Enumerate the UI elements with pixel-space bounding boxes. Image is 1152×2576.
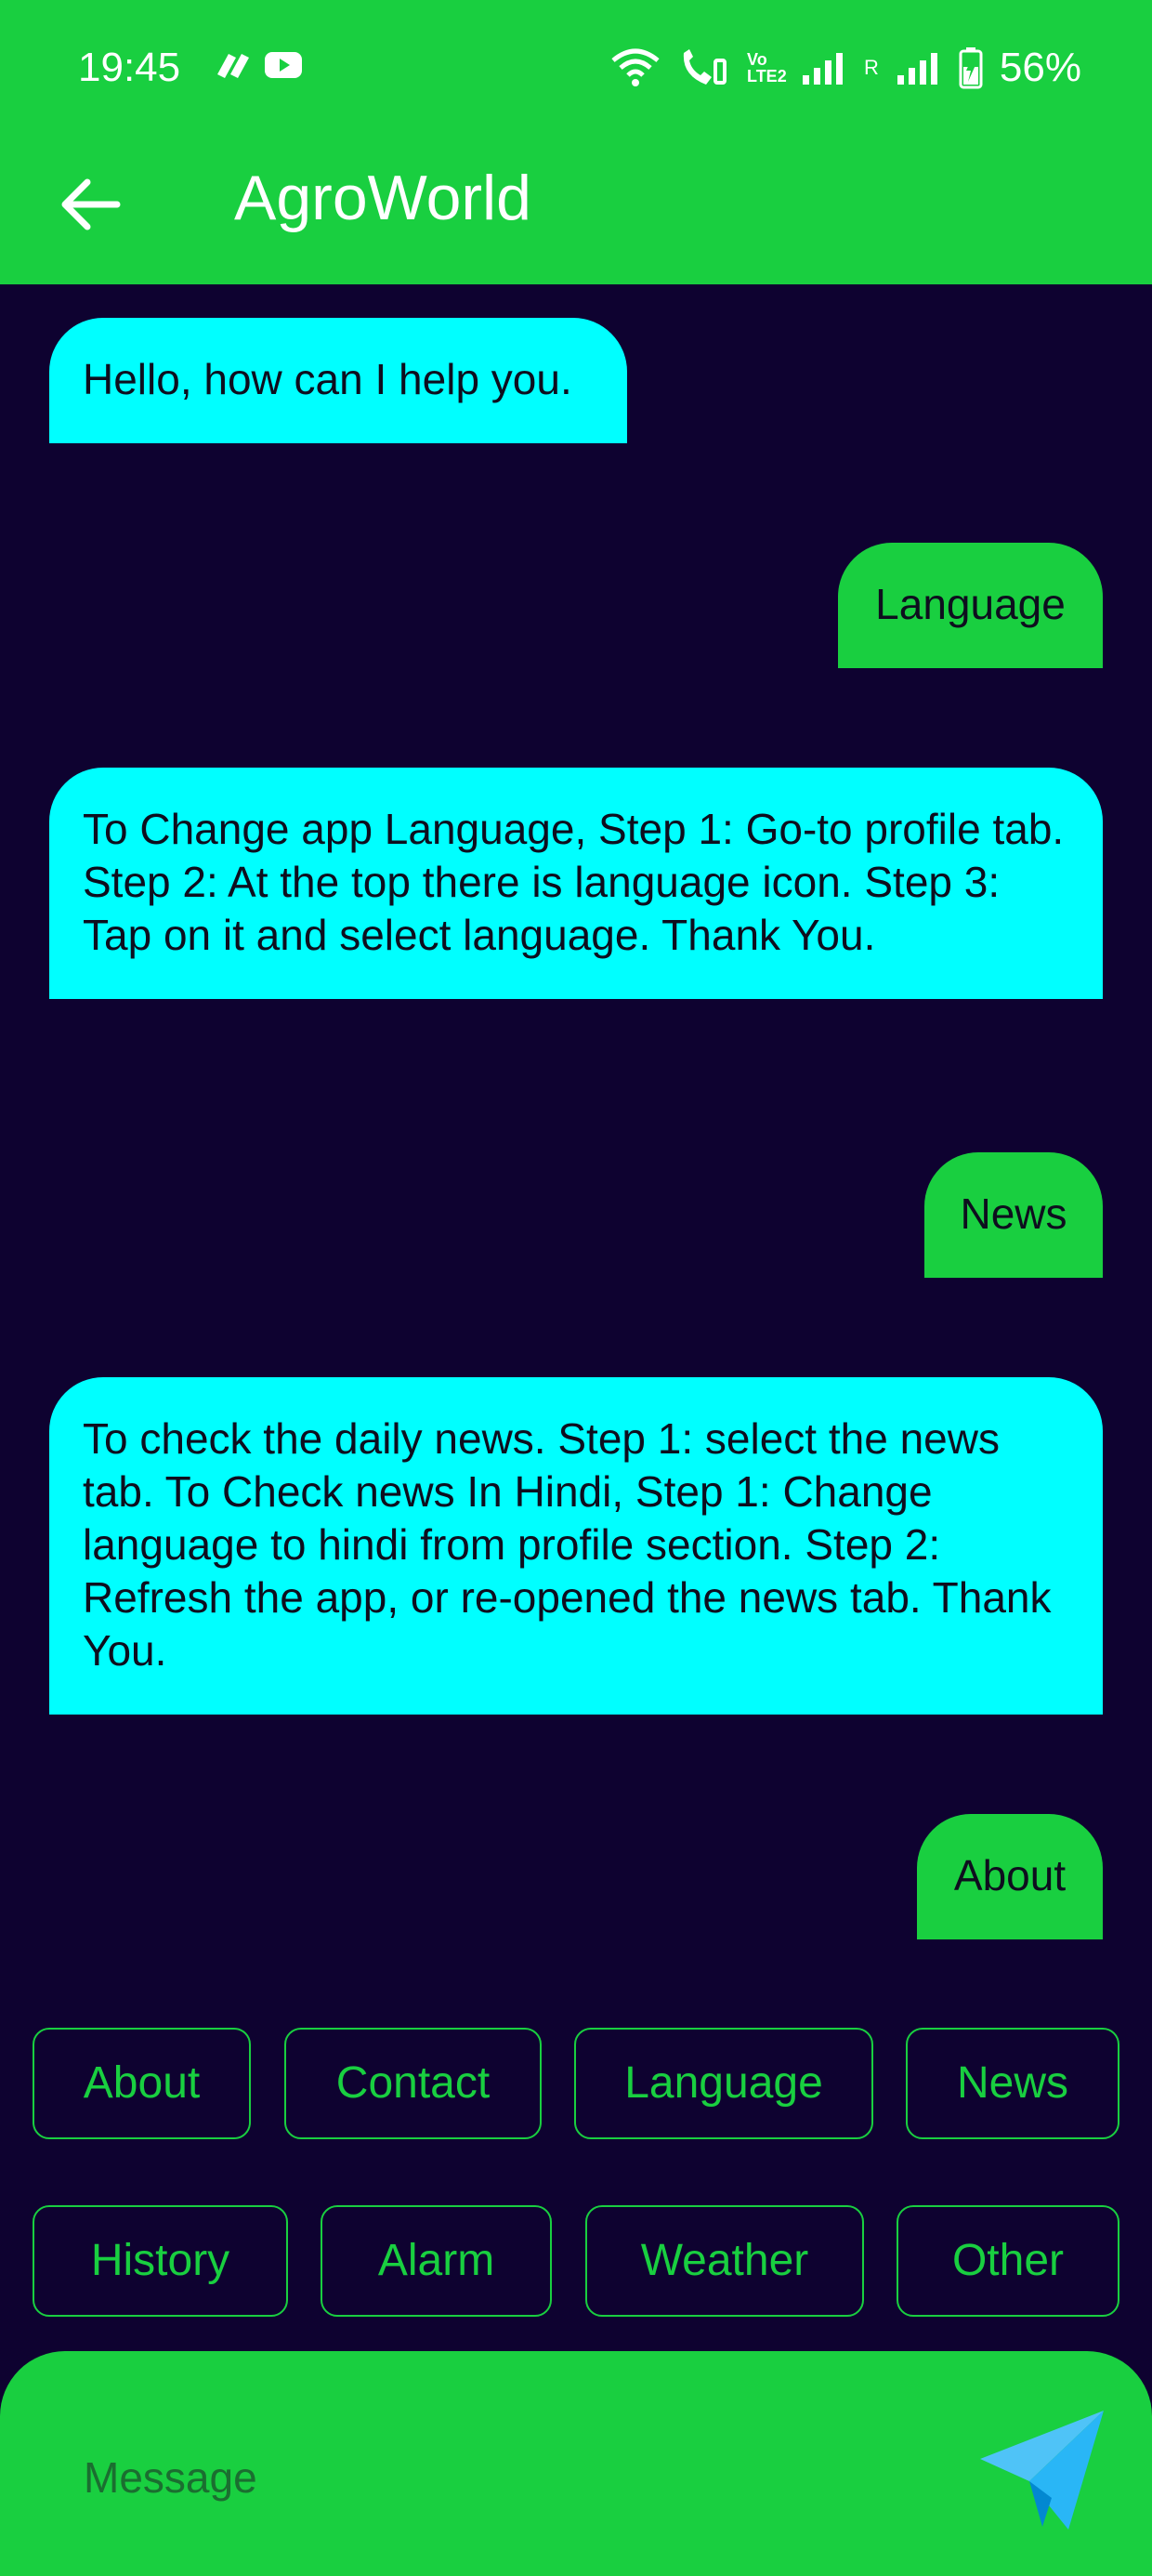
chip-history[interactable]: History [33, 2205, 288, 2317]
chip-contact[interactable]: Contact [284, 2028, 542, 2139]
chip-about[interactable]: About [33, 2028, 251, 2139]
chip-language[interactable]: Language [574, 2028, 873, 2139]
status-bar: 19:45 Vo LTE2 R 56% [0, 0, 1152, 139]
battery-percent: 56% [999, 45, 1081, 90]
chip-alarm[interactable]: Alarm [321, 2205, 552, 2317]
volte-icon: Vo LTE2 [747, 50, 787, 85]
arrow-left-icon[interactable] [52, 165, 130, 243]
message-text: News [960, 1189, 1067, 1238]
message-input[interactable] [82, 2444, 922, 2511]
bot-message: Hello, how can I help you. [49, 318, 627, 443]
app-title: AgroWorld [234, 163, 531, 233]
pinwheel-app-icon [217, 54, 249, 78]
message-text: About [953, 1851, 1067, 1899]
signal-roaming-icon [897, 53, 937, 85]
chip-news[interactable]: News [906, 2028, 1119, 2139]
wifi-icon [611, 48, 660, 86]
chip-other[interactable]: Other [897, 2205, 1119, 2317]
user-message: Language [838, 543, 1103, 668]
chip-weather[interactable]: Weather [585, 2205, 864, 2317]
roaming-label: R [864, 56, 879, 79]
youtube-icon [265, 52, 302, 78]
battery-charging-icon [959, 47, 983, 89]
status-time: 19:45 [78, 45, 181, 90]
bot-message: To Change app Language, Step 1: Go-to pr… [49, 768, 1103, 999]
message-composer [0, 2351, 1152, 2576]
user-message: News [924, 1152, 1103, 1278]
bot-message: To check the daily news. Step 1: select … [49, 1377, 1103, 1715]
paper-plane-icon[interactable] [975, 2401, 1106, 2531]
message-text: Language [875, 580, 1066, 628]
user-message: About [917, 1814, 1103, 1939]
signal-icon [803, 53, 844, 85]
app-bar: AgroWorld [0, 139, 1152, 284]
message-text: Hello, how can I help you. [83, 355, 572, 403]
message-text: To Change app Language, Step 1: Go-to pr… [83, 805, 1065, 959]
wifi-calling-icon [683, 49, 727, 85]
message-text: To check the daily news. Step 1: select … [83, 1414, 1052, 1675]
status-icons: Vo LTE2 R 56% [609, 45, 1081, 91]
